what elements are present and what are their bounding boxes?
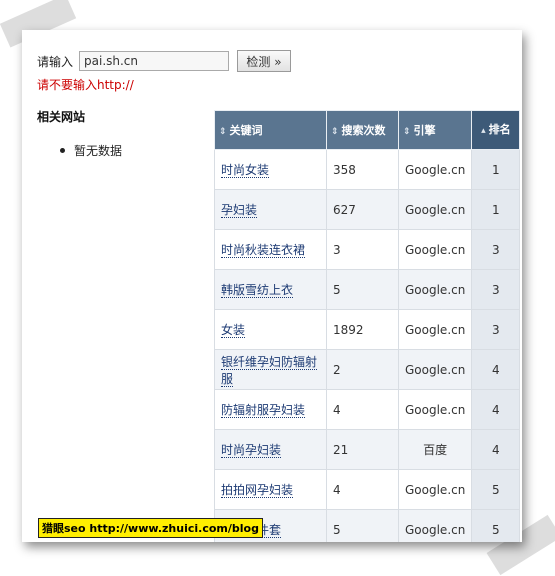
keyword-link[interactable]: 孕妇装 [221,203,258,218]
engine-cell: Google.cn [397,509,473,542]
search-count-cell: 3 [326,229,399,270]
table-row: 时尚秋装连衣裙 3 Google.cn 3 [214,229,521,270]
column-header-engine[interactable]: ⇕ 引擎 [397,110,473,150]
keyword-link[interactable]: 时尚秋装连衣裙 [221,243,306,258]
domain-input[interactable] [79,51,230,71]
related-sites-title: 相关网站 [37,110,86,124]
watermark: 猎眼seo http://www.zhuici.com/blog [38,518,263,538]
search-count-cell: 1892 [326,309,399,350]
keyword-link[interactable]: 女装 [221,323,246,338]
search-count-cell: 627 [326,189,399,230]
table-row: 银纤维孕妇防辐射服 2 Google.cn 4 [214,349,521,390]
search-count-cell: 2 [326,349,399,390]
engine-cell: Google.cn [397,189,473,230]
search-count-cell: 4 [326,389,399,430]
table-row: 孕妇装 627 Google.cn 1 [214,189,521,230]
keyword-cell: 时尚女装 [214,149,327,190]
keyword-cell: 孕妇装 [214,189,327,230]
search-label: 请输入 [37,54,74,69]
paper-card: 请输入 检测 » 请不要输入http:// 相关网站 暂无数据 ⇕关键词 ⇕搜索… [22,30,522,542]
keyword-cell: 女装 [214,309,327,350]
column-header-keyword[interactable]: ⇕ 关键词 [214,110,327,150]
table-row: 韩版雪纺上衣 5 Google.cn 3 [214,269,521,310]
table-row: 防辐射服孕妇装 4 Google.cn 4 [214,389,521,430]
rank-cell: 3 [471,309,521,350]
sort-icon: ⇕ [219,127,227,137]
rank-cell: 4 [471,429,521,470]
table-body: 时尚女装 358 Google.cn 1 孕妇装 627 Google.cn 1 时尚秋装连衣裙… [214,149,521,542]
table-row: 拍拍网孕妇装 4 Google.cn 5 [214,469,521,510]
search-count-cell: 5 [326,269,399,310]
table-row: 女装 1892 Google.cn 3 [214,309,521,350]
search-count-cell: 5 [326,509,399,542]
rank-cell: 1 [471,189,521,230]
rank-cell: 1 [471,149,521,190]
keyword-cell: 银纤维孕妇防辐射服 [214,349,327,390]
related-sites-list: 暂无数据 [60,142,122,159]
rank-cell: 3 [471,269,521,310]
keyword-table-container: ⇕ 关键词 ⇕ 搜索次数 ⇕ 引擎 ▴ 排名 时尚女装 358 Google.cn 1 孕妇装 6… [214,110,522,542]
table-row: 时尚孕妇装 21 百度 4 [214,429,521,470]
detect-button[interactable]: 检测 » [237,50,292,72]
sort-asc-icon: ▴ [481,125,486,136]
table-row: 时尚女装 358 Google.cn 1 [214,149,521,190]
keyword-table: ⇕ 关键词 ⇕ 搜索次数 ⇕ 引擎 ▴ 排名 时尚女装 358 Google.cn 1 孕妇装 6… [214,110,521,542]
keyword-cell: 韩版雪纺上衣 [214,269,327,310]
rank-cell: 4 [471,349,521,390]
rank-cell: 5 [471,469,521,510]
engine-cell: Google.cn [397,469,473,510]
engine-cell: Google.cn [397,349,473,390]
input-warning: 请不要输入http:// [37,78,134,92]
rank-cell: 3 [471,229,521,270]
keyword-link[interactable]: 韩版雪纺上衣 [221,283,294,298]
engine-cell: Google.cn [397,269,473,310]
engine-cell: Google.cn [397,229,473,270]
sort-icon: ⇕ [331,127,339,137]
keyword-link[interactable]: 防辐射服孕妇装 [221,403,306,418]
keyword-link[interactable]: 时尚孕妇装 [221,443,282,458]
list-item: 暂无数据 [60,142,122,159]
search-count-cell: 4 [326,469,399,510]
rank-cell: 4 [471,389,521,430]
search-count-cell: 21 [326,429,399,470]
table-header-row: ⇕ 关键词 ⇕ 搜索次数 ⇕ 引擎 ▴ 排名 [214,110,521,150]
engine-cell: Google.cn [397,389,473,430]
column-header-search-count[interactable]: ⇕ 搜索次数 [326,110,399,150]
keyword-cell: 防辐射服孕妇装 [214,389,327,430]
keyword-cell: 时尚孕妇装 [214,429,327,470]
rank-cell: 5 [471,509,521,542]
search-row: 请输入 检测 » [37,50,292,72]
keyword-link[interactable]: 银纤维孕妇防辐射服 [221,354,318,387]
engine-cell: Google.cn [397,309,473,350]
keyword-cell: 时尚秋装连衣裙 [214,229,327,270]
column-header-rank[interactable]: ▴ 排名 [471,110,521,150]
engine-cell: Google.cn [397,149,473,190]
engine-cell: 百度 [397,429,473,470]
keyword-cell: 拍拍网孕妇装 [214,469,327,510]
keyword-link[interactable]: 时尚女装 [221,163,270,178]
search-count-cell: 358 [326,149,399,190]
keyword-link[interactable]: 拍拍网孕妇装 [221,483,294,498]
sort-icon: ⇕ [403,127,411,137]
